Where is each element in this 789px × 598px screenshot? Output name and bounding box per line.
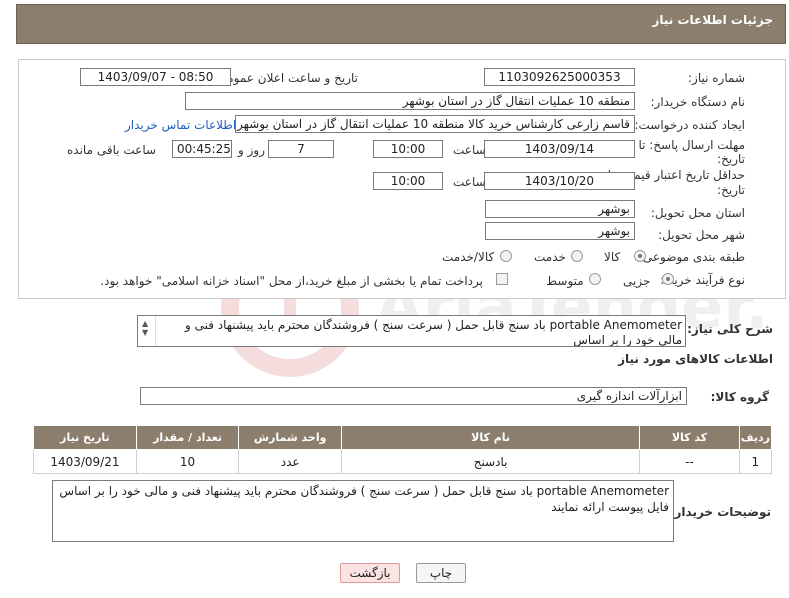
creator-field: قاسم زارعی کارشناس خرید کالا منطقه 10 عم… (235, 115, 635, 133)
buyer-notes-label: توضیحات خریدار: (669, 505, 771, 519)
remaining-label: ساعت باقی مانده (67, 143, 157, 157)
buyer-notes-field: portable Anemometer باد سنج قابل حمل ( س… (52, 480, 674, 542)
validity-date-label: تاریخ: (717, 183, 745, 197)
creator-label: ایجاد کننده درخواست: (634, 118, 745, 132)
category-label: طبقه بندی موضوعی: (638, 250, 745, 264)
city-field: بوشهر (485, 222, 635, 240)
process-radio-minor[interactable] (662, 273, 674, 285)
goods-group-field: ابزارآلات اندازه گیری (140, 387, 687, 405)
cell-unit: عدد (238, 449, 342, 474)
col-row: ردیف (738, 425, 773, 450)
category-radio-service[interactable] (571, 250, 583, 262)
summary-text: portable Anemometer باد سنج قابل حمل ( س… (184, 318, 682, 347)
summary-textarea[interactable]: ▲ ▼ portable Anemometer باد سنج قابل حمل… (137, 315, 686, 347)
validity-time-field: 10:00 (373, 172, 443, 190)
back-button[interactable]: بازگشت (340, 563, 400, 583)
category-option-service: خدمت (534, 250, 566, 264)
days-label: روز و (238, 143, 265, 157)
col-quantity: تعداد / مقدار (135, 425, 240, 450)
province-label: استان محل تحویل: (650, 206, 745, 220)
deadline-label: مهلت ارسال پاسخ: تا (638, 138, 745, 152)
days-field: 7 (268, 140, 334, 158)
cell-row: 1 (738, 449, 773, 474)
validity-date-field: 1403/10/20 (484, 172, 635, 190)
deadline-time-label: ساعت (453, 143, 486, 157)
process-option-medium: متوسط (546, 274, 584, 288)
cell-need-date: 1403/09/21 (33, 449, 137, 474)
announce-label: تاریخ و ساعت اعلان عمومی: (213, 71, 358, 85)
announce-field: 1403/09/07 - 08:50 (80, 68, 231, 86)
buyer-org-label: نام دستگاه خریدار: (650, 95, 746, 109)
goods-table-header: تاریخ نیاز تعداد / مقدار واحد شمارش نام … (33, 425, 773, 450)
category-radio-goods[interactable] (634, 250, 646, 262)
table-row: 1403/09/21 10 عدد بادسنج -- 1 (33, 449, 773, 474)
summary-scrollbar[interactable]: ▲ ▼ (138, 316, 156, 346)
col-item-name: نام کالا (340, 425, 641, 450)
contact-info-link[interactable]: اطلاعات تماس خریدار (125, 118, 236, 132)
treasury-payment-note: پرداخت تمام یا بخشی از مبلغ خرید،از محل … (100, 274, 483, 288)
col-need-date: تاریخ نیاز (33, 425, 137, 450)
need-number-label: شماره نیاز: (688, 71, 745, 85)
scroll-up-icon[interactable]: ▲ (142, 319, 148, 328)
goods-group-label: گروه کالا: (710, 390, 769, 404)
summary-label: شرح کلی نیاز: (687, 322, 773, 336)
page-title: جزئیات اطلاعات نیاز (652, 13, 773, 27)
goods-table: تاریخ نیاز تعداد / مقدار واحد شمارش نام … (33, 425, 773, 474)
category-option-both: کالا/خدمت (442, 250, 495, 264)
cell-item-name: بادسنج (340, 449, 641, 474)
process-option-minor: جزیی (623, 274, 651, 288)
city-label: شهر محل تحویل: (658, 228, 745, 242)
deadline-time-field: 10:00 (373, 140, 443, 158)
cell-quantity: 10 (135, 449, 240, 474)
remaining-time-field: 00:45:25 (172, 140, 232, 158)
treasury-payment-checkbox[interactable] (496, 273, 508, 285)
validity-time-label: ساعت (453, 175, 486, 189)
scroll-down-icon[interactable]: ▼ (142, 328, 148, 337)
process-radio-medium[interactable] (589, 273, 601, 285)
province-field: بوشهر (485, 200, 635, 218)
deadline-date-field: 1403/09/14 (484, 140, 635, 158)
cell-item-code: -- (639, 449, 740, 474)
goods-section-title: اطلاعات کالاهای مورد نیاز (618, 352, 773, 366)
category-radio-both[interactable] (500, 250, 512, 262)
print-button[interactable]: چاپ (416, 563, 466, 583)
col-item-code: کد کالا (639, 425, 740, 450)
category-option-goods: کالا (604, 250, 621, 264)
deadline-date-label: تاریخ: (717, 152, 745, 166)
buyer-org-field: منطقه 10 عملیات انتقال گاز در استان بوشه… (185, 92, 635, 110)
need-number-field: 1103092625000353 (484, 68, 635, 86)
col-unit: واحد شمارش (238, 425, 342, 450)
